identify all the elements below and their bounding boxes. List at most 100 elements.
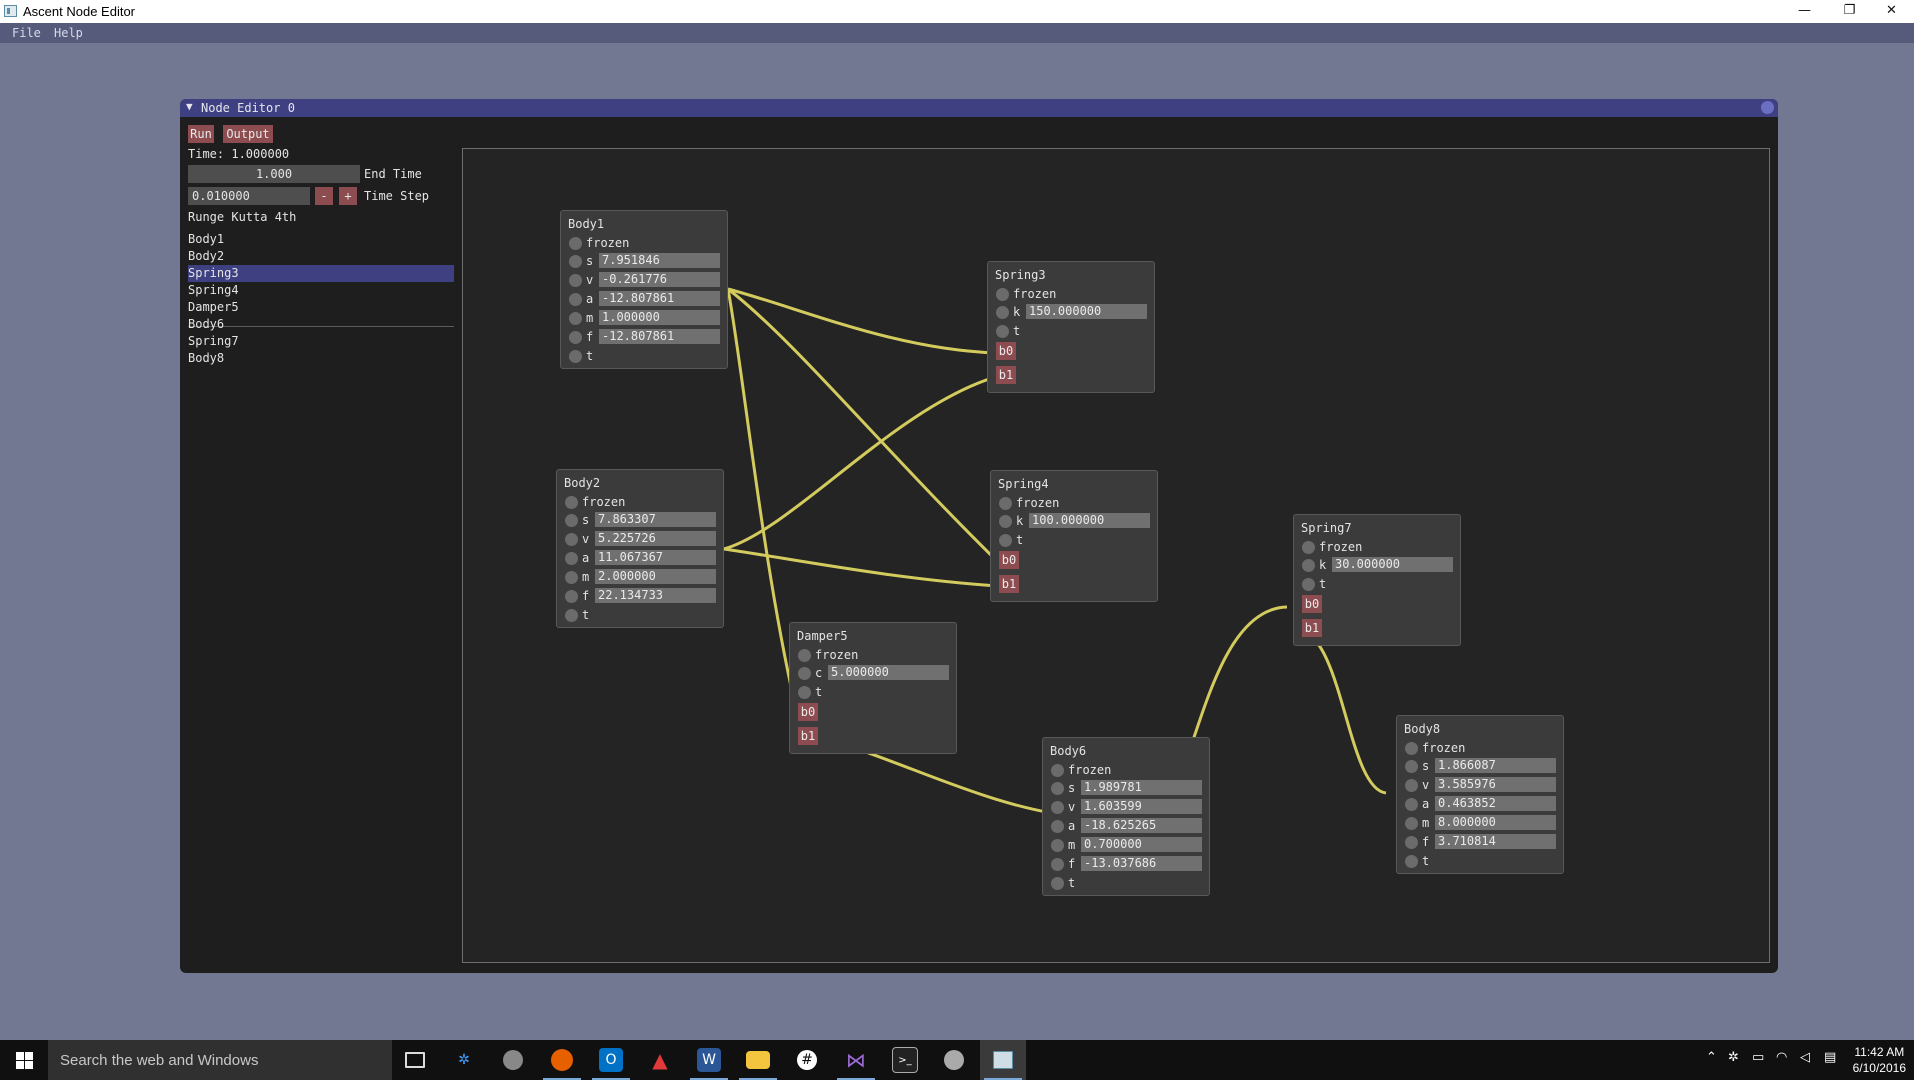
field-v[interactable]: 3.585976 xyxy=(1435,777,1556,792)
search-box[interactable]: Search the web and Windows xyxy=(48,1040,392,1080)
port-b1[interactable]: b1 xyxy=(798,727,818,745)
list-item-spring7[interactable]: Spring7 xyxy=(188,333,454,350)
radio-icon[interactable] xyxy=(999,534,1012,547)
node-spring7[interactable]: Spring7 frozen k 30.000000 t b0 b1 xyxy=(1293,514,1461,646)
chrome-like-icon[interactable] xyxy=(490,1040,536,1080)
firefox-icon[interactable] xyxy=(539,1040,585,1080)
field-m[interactable]: 2.000000 xyxy=(595,569,716,584)
radio-icon[interactable] xyxy=(569,293,582,306)
file-explorer-icon[interactable] xyxy=(735,1040,781,1080)
list-item-body6[interactable]: Body6 xyxy=(188,316,454,333)
time-step-input[interactable]: 0.010000 xyxy=(188,187,310,205)
radio-icon[interactable] xyxy=(1405,836,1418,849)
radio-icon[interactable] xyxy=(1302,559,1315,572)
radio-icon[interactable] xyxy=(1405,855,1418,868)
settings-icon[interactable]: ✲ xyxy=(1728,1050,1739,1065)
menu-file[interactable]: File xyxy=(12,26,41,40)
menu-help[interactable]: Help xyxy=(54,26,83,40)
radio-icon[interactable] xyxy=(1051,801,1064,814)
field-f[interactable]: 3.710814 xyxy=(1435,834,1556,849)
node-canvas[interactable]: Body1 frozen s 7.951846 v -0.261776 a -12.8… xyxy=(462,148,1770,963)
radio-icon[interactable] xyxy=(1051,820,1064,833)
radio-icon[interactable] xyxy=(996,306,1009,319)
radio-icon[interactable] xyxy=(1302,541,1315,554)
field-s[interactable]: 7.863307 xyxy=(595,512,716,527)
task-view-icon[interactable] xyxy=(392,1040,438,1080)
field-m[interactable]: 0.700000 xyxy=(1081,837,1202,852)
node-spring3[interactable]: Spring3 frozen k 150.000000 t b0 b1 xyxy=(987,261,1155,393)
port-b0[interactable]: b0 xyxy=(798,703,818,721)
outlook-icon[interactable]: O xyxy=(588,1040,634,1080)
editor-titlebar[interactable]: ▼ Node Editor 0 xyxy=(180,99,1778,117)
field-f[interactable]: 22.134733 xyxy=(595,588,716,603)
network-tool-icon[interactable]: ✲ xyxy=(441,1040,487,1080)
radio-icon[interactable] xyxy=(999,497,1012,510)
terminal-icon[interactable]: >_ xyxy=(882,1040,928,1080)
radio-icon[interactable] xyxy=(1051,877,1064,890)
list-item-body2[interactable]: Body2 xyxy=(188,248,454,265)
radio-icon[interactable] xyxy=(1405,817,1418,830)
run-button[interactable]: Run xyxy=(188,125,214,143)
time-step-minus-button[interactable]: - xyxy=(315,187,333,205)
time-step-plus-button[interactable]: + xyxy=(339,187,357,205)
field-k[interactable]: 150.000000 xyxy=(1026,304,1147,319)
field-a[interactable]: 11.067367 xyxy=(595,550,716,565)
radio-icon[interactable] xyxy=(569,312,582,325)
radio-icon[interactable] xyxy=(565,590,578,603)
field-v[interactable]: -0.261776 xyxy=(599,272,720,287)
port-b1[interactable]: b1 xyxy=(996,366,1016,384)
radio-icon[interactable] xyxy=(569,255,582,268)
editor-close-icon[interactable] xyxy=(1761,101,1774,114)
field-f[interactable]: -12.807861 xyxy=(599,329,720,344)
radio-icon[interactable] xyxy=(565,514,578,527)
radio-icon[interactable] xyxy=(1051,782,1064,795)
radio-icon[interactable] xyxy=(565,533,578,546)
radio-icon[interactable] xyxy=(569,350,582,363)
node-editor-icon[interactable] xyxy=(980,1040,1026,1080)
notifications-icon[interactable]: ▤ xyxy=(1824,1050,1836,1065)
volume-icon[interactable]: ◁ xyxy=(1800,1050,1810,1065)
field-v[interactable]: 1.603599 xyxy=(1081,799,1202,814)
radio-icon[interactable] xyxy=(569,274,582,287)
field-a[interactable]: -12.807861 xyxy=(599,291,720,306)
port-b0[interactable]: b0 xyxy=(996,342,1016,360)
collapse-triangle-icon[interactable]: ▼ xyxy=(186,100,193,113)
chevron-up-icon[interactable]: ⌃ xyxy=(1706,1050,1717,1065)
radio-icon[interactable] xyxy=(798,686,811,699)
field-k[interactable]: 30.000000 xyxy=(1332,557,1453,572)
list-item-spring4[interactable]: Spring4 xyxy=(188,282,454,299)
slack-icon[interactable]: # xyxy=(784,1040,830,1080)
node-body6[interactable]: Body6 frozen s 1.989781 v 1.603599 a -18.62… xyxy=(1042,737,1210,896)
radio-icon[interactable] xyxy=(565,609,578,622)
radio-icon[interactable] xyxy=(1302,578,1315,591)
radio-icon[interactable] xyxy=(798,649,811,662)
node-body1[interactable]: Body1 frozen s 7.951846 v -0.261776 a -12.8… xyxy=(560,210,728,369)
radio-icon[interactable] xyxy=(798,667,811,680)
field-k[interactable]: 100.000000 xyxy=(1029,513,1150,528)
paint-icon[interactable] xyxy=(931,1040,977,1080)
end-time-input[interactable]: 1.000 xyxy=(188,165,360,183)
radio-icon[interactable] xyxy=(565,552,578,565)
field-a[interactable]: 0.463852 xyxy=(1435,796,1556,811)
windows-start-icon[interactable] xyxy=(0,1040,48,1080)
output-button[interactable]: Output xyxy=(223,125,273,143)
integrator-label[interactable]: Runge Kutta 4th xyxy=(188,210,296,224)
minimize-button[interactable]: — xyxy=(1782,0,1827,23)
radio-icon[interactable] xyxy=(1051,764,1064,777)
radio-icon[interactable] xyxy=(1405,798,1418,811)
radio-icon[interactable] xyxy=(565,496,578,509)
radio-icon[interactable] xyxy=(996,325,1009,338)
field-s[interactable]: 1.989781 xyxy=(1081,780,1202,795)
port-b0[interactable]: b0 xyxy=(1302,595,1322,613)
field-f[interactable]: -13.037686 xyxy=(1081,856,1202,871)
field-m[interactable]: 8.000000 xyxy=(1435,815,1556,830)
restore-button[interactable]: ❐ xyxy=(1827,0,1872,23)
port-b1[interactable]: b1 xyxy=(999,575,1019,593)
port-b1[interactable]: b1 xyxy=(1302,619,1322,637)
node-body8[interactable]: Body8 frozen s 1.866087 v 3.585976 a 0.4638… xyxy=(1396,715,1564,874)
field-s[interactable]: 1.866087 xyxy=(1435,758,1556,773)
list-item-spring3[interactable]: Spring3 xyxy=(188,265,454,282)
field-m[interactable]: 1.000000 xyxy=(599,310,720,325)
radio-icon[interactable] xyxy=(569,237,582,250)
node-damper5[interactable]: Damper5 frozen c 5.000000 t b0 b1 xyxy=(789,622,957,754)
